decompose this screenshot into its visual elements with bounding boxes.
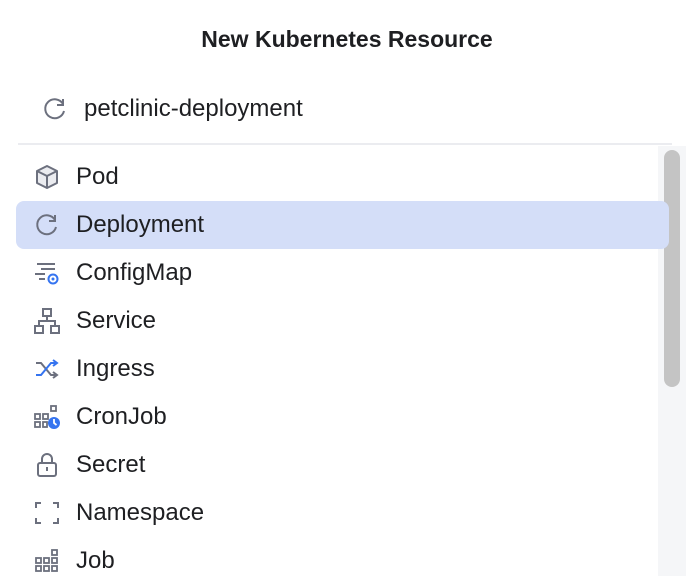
refresh-icon xyxy=(32,210,62,240)
item-label: Pod xyxy=(76,163,119,190)
divider xyxy=(18,143,672,145)
item-label: Ingress xyxy=(76,355,155,382)
item-label: Secret xyxy=(76,451,146,478)
list-item-configmap[interactable]: ConfigMap xyxy=(16,249,669,297)
lock-icon xyxy=(32,450,62,480)
resource-list: Pod Deployment ConfigMap Service Ingress… xyxy=(16,153,669,585)
brackets-icon xyxy=(32,498,62,528)
search-field[interactable]: petclinic-deployment xyxy=(42,92,303,126)
item-label: Service xyxy=(76,307,157,334)
grid-icon xyxy=(32,546,62,576)
item-label: Job xyxy=(76,547,115,574)
search-input[interactable]: petclinic-deployment xyxy=(84,95,303,123)
dialog-title: New Kubernetes Resource xyxy=(201,26,493,52)
list-item-namespace[interactable]: Namespace xyxy=(16,489,669,537)
config-gear-icon xyxy=(32,258,62,288)
item-label: CronJob xyxy=(76,403,167,430)
list-item-pod[interactable]: Pod xyxy=(16,153,669,201)
list-item-deployment[interactable]: Deployment xyxy=(16,201,669,249)
hierarchy-icon xyxy=(32,306,62,336)
item-label: Deployment xyxy=(76,211,205,238)
item-label: ConfigMap xyxy=(76,259,193,286)
refresh-icon xyxy=(44,98,65,120)
list-item-service[interactable]: Service xyxy=(16,297,669,345)
shuffle-icon xyxy=(32,354,62,384)
list-item-ingress[interactable]: Ingress xyxy=(16,345,669,393)
cube-icon xyxy=(32,162,62,192)
item-label: Namespace xyxy=(76,499,205,526)
list-item-job[interactable]: Job xyxy=(16,537,669,585)
grid-clock-icon xyxy=(32,402,62,432)
list-item-secret[interactable]: Secret xyxy=(16,441,669,489)
list-item-cronjob[interactable]: CronJob xyxy=(16,393,669,441)
